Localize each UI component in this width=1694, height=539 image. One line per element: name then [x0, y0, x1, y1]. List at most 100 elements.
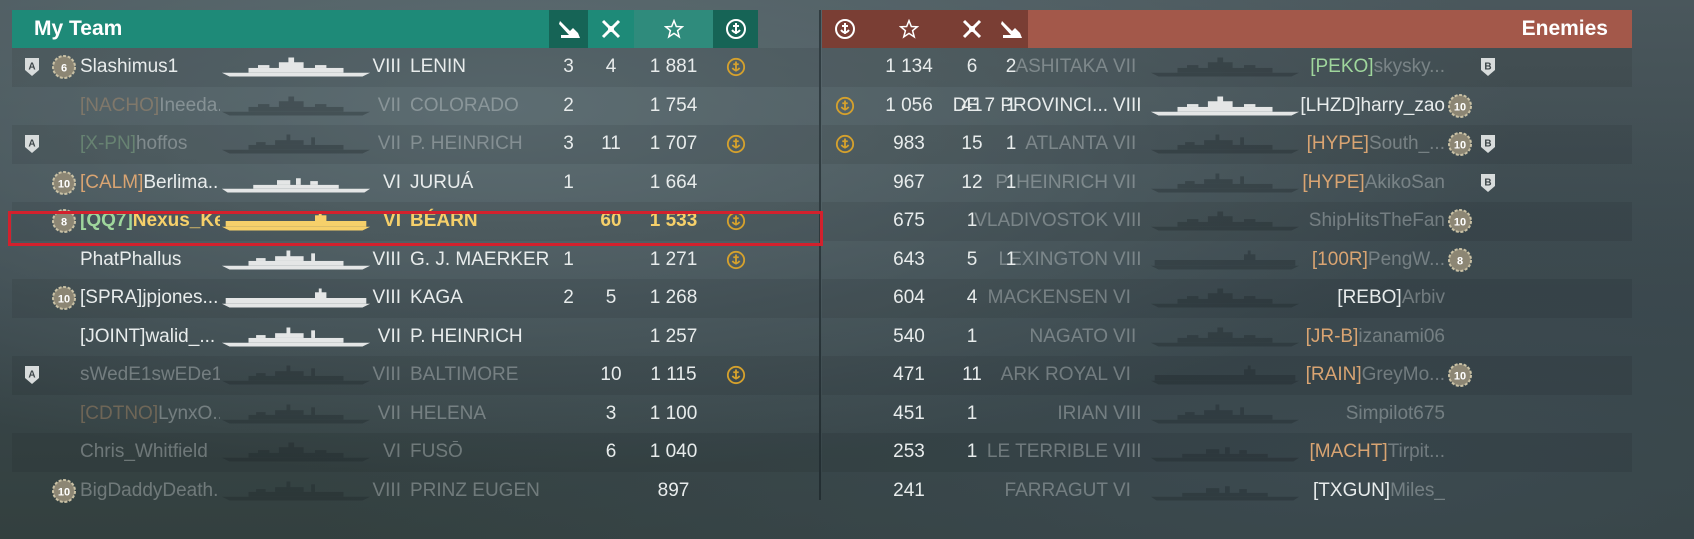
star-icon[interactable] [868, 10, 950, 48]
star-icon[interactable] [634, 10, 713, 48]
ship-name: P. HEINRICH [410, 325, 523, 347]
player-name-cell: [JOINT] walid_... [80, 318, 220, 357]
enemy-row[interactable]: 471 11 ARK ROYAL VI [RAIN] GreyMo... 10 [822, 356, 1632, 395]
player-name-cell: [REBO] Arbiv [1262, 279, 1445, 318]
frag-icon[interactable] [588, 10, 634, 48]
enemy-row[interactable]: 604 4 MACKENSEN VI [REBO] Arbiv [822, 279, 1632, 318]
base-xp-score: 1 754 [649, 94, 698, 116]
player-name: Berlima... [143, 171, 220, 193]
enemies-list: 1 134 6 2 ASHITAKA VII [PEKO] skysky... B 1 056 4… [822, 48, 1632, 510]
ship-name: VLADIVOSTOK [974, 210, 1108, 232]
player-name: LynxO... [158, 402, 220, 424]
clan-tag: [HYPE] [1306, 133, 1369, 155]
clan-tag: [RAIN] [1305, 364, 1362, 386]
ship-tier: VIII [372, 56, 401, 78]
player-name: hoffos [135, 133, 188, 155]
svg-text:10: 10 [58, 486, 70, 498]
player-row[interactable]: [JOINT] walid_... VII P. HEINRICH 1 257 [12, 318, 819, 357]
fleet-anchor-icon [713, 356, 758, 395]
base-xp-score: 253 [893, 441, 925, 463]
enemy-row[interactable]: 967 12 1 P. HEINRICH VII [HYPE] AkikoSan B [822, 164, 1632, 203]
fleet-anchor-icon[interactable] [713, 10, 758, 48]
base-xp-score: 241 [893, 479, 925, 501]
svg-text:B: B [1484, 62, 1491, 73]
player-name-cell: [TXGUN] Miles_ [1262, 472, 1445, 511]
enemy-row[interactable]: 451 1 IRIAN VIII Simpilot675 [822, 395, 1632, 434]
enemy-row[interactable]: 540 1 NAGATO VII [JR-B] izanami06 [822, 318, 1632, 357]
player-name-cell: PhatPhallus [80, 241, 220, 280]
enemy-row[interactable]: 643 5 1 LEXINGTON VIII [100R] PengW... 8 [822, 241, 1632, 280]
clan-tag: [JOINT] [80, 325, 146, 347]
level-badge: 10 [50, 164, 78, 203]
player-row[interactable]: [CDTNO]LynxO... VII HELENA 3 1 100 [12, 395, 819, 434]
player-row[interactable]: A 6 Slashimus1 VIII LENIN 3 4 1 881 [12, 48, 819, 87]
ship-silhouette-icon [220, 395, 372, 434]
base-xp-score: 471 [893, 364, 925, 386]
player-row[interactable]: Chris_Whitfield VI FUSŌ 6 1 040 [12, 433, 819, 472]
svg-text:A: A [28, 62, 35, 73]
player-row[interactable]: PhatPhallus VIII G. J. MAERKER 1 1 271 [12, 241, 819, 280]
team-header: My Team [12, 10, 819, 48]
player-row[interactable]: 10 [SPRA] jpjones... VIII KAGA 2 5 1 268 [12, 279, 819, 318]
clan-tag: [LHZD] [1300, 94, 1361, 116]
enemy-row[interactable]: 675 1 VLADIVOSTOK VIII ShipHitsTheFan 10 [822, 202, 1632, 241]
player-name: Arbiv [1401, 287, 1445, 309]
svg-text:10: 10 [1454, 101, 1466, 113]
clan-tag: [JR-B] [1305, 325, 1359, 347]
clan-tag: [CALM] [80, 171, 144, 193]
clan-tag: [X-PN] [80, 133, 136, 155]
player-name-cell: [HYPE] AkikoSan [1262, 164, 1445, 203]
enemy-row[interactable]: 1 056 41 1 DE 7 PROVINCI... VIII [LHZD] harry_… [822, 87, 1632, 126]
frag-icon[interactable] [950, 10, 994, 48]
base-xp-score: 1 707 [649, 133, 698, 155]
ship-tier: VIII [372, 479, 401, 501]
ship-tier: VI [1113, 364, 1131, 386]
fleet-anchor-icon[interactable] [822, 10, 868, 48]
player-row[interactable]: 10 BigDaddyDeath... VIII PRINZ EUGEN 897 [12, 472, 819, 511]
frags: 4 [605, 56, 617, 78]
enemy-row[interactable]: 1 134 6 2 ASHITAKA VII [PEKO] skysky... B [822, 48, 1632, 87]
player-selection-frame [8, 211, 823, 246]
ship-silhouette-icon [220, 433, 372, 472]
base-xp-score: 1 134 [885, 56, 933, 78]
player-row[interactable]: A [X-PN] hoffos VII P. HEINRICH 3 11 1 707 [12, 125, 819, 164]
svg-text:8: 8 [1457, 255, 1463, 267]
planes-destroyed: 2 [563, 287, 574, 309]
base-xp-score: 675 [893, 210, 925, 232]
ship-name: IRIAN [1057, 402, 1108, 424]
player-name-cell: [X-PN] hoffos [80, 125, 220, 164]
enemy-row[interactable]: 241 FARRAGUT VI [TXGUN] Miles_ [822, 472, 1632, 511]
player-name-cell: [MACHT] Tirpit... [1262, 433, 1445, 472]
svg-text:A: A [28, 370, 35, 381]
planes-destroyed [549, 433, 588, 472]
ship-silhouette-icon [220, 241, 372, 280]
frags [588, 318, 634, 357]
plane-kill-icon[interactable] [549, 10, 588, 48]
ship-silhouette-icon [220, 356, 372, 395]
base-xp-score: 1 881 [649, 56, 698, 78]
ship-name: HELENA [410, 402, 487, 424]
enemy-row[interactable]: 983 15 1 ATLANTA VII [HYPE] South_... 10 B [822, 125, 1632, 164]
player-name-cell: [SPRA] jpjones... [80, 279, 220, 318]
frags [588, 472, 634, 511]
player-row[interactable]: [NACHO]Ineeda... VII COLORADO 2 1 754 [12, 87, 819, 126]
player-row[interactable]: 10 [CALM] Berlima... VI JURUÁ 1 1 664 [12, 164, 819, 203]
planes-destroyed [549, 318, 588, 357]
base-xp-score: 1 268 [649, 287, 698, 309]
enemy-row[interactable]: 253 1 LE TERRIBLE VIII [MACHT] Tirpit... [822, 433, 1632, 472]
player-name: Simpilot675 [1345, 402, 1445, 424]
ship-name: LENIN [410, 56, 466, 78]
player-name-cell: Chris_Whitfield [80, 433, 220, 472]
ship-name: ARK ROYAL [1000, 364, 1108, 386]
ship-name: MACKENSEN [987, 287, 1108, 309]
svg-text:10: 10 [1454, 217, 1466, 229]
player-row[interactable]: AsWedE1swEDe1 VIII BALTIMORE 10 1 115 [12, 356, 819, 395]
plane-kill-icon[interactable] [994, 10, 1028, 48]
player-name: GreyMo... [1361, 364, 1445, 386]
ship-silhouette-icon [220, 279, 372, 318]
svg-text:10: 10 [58, 178, 70, 190]
ship-name: ASHITAKA [1015, 56, 1108, 78]
player-name: skysky... [1373, 56, 1445, 78]
ship-name: FUSŌ [410, 441, 463, 463]
base-xp-score: 1 056 [885, 94, 933, 116]
